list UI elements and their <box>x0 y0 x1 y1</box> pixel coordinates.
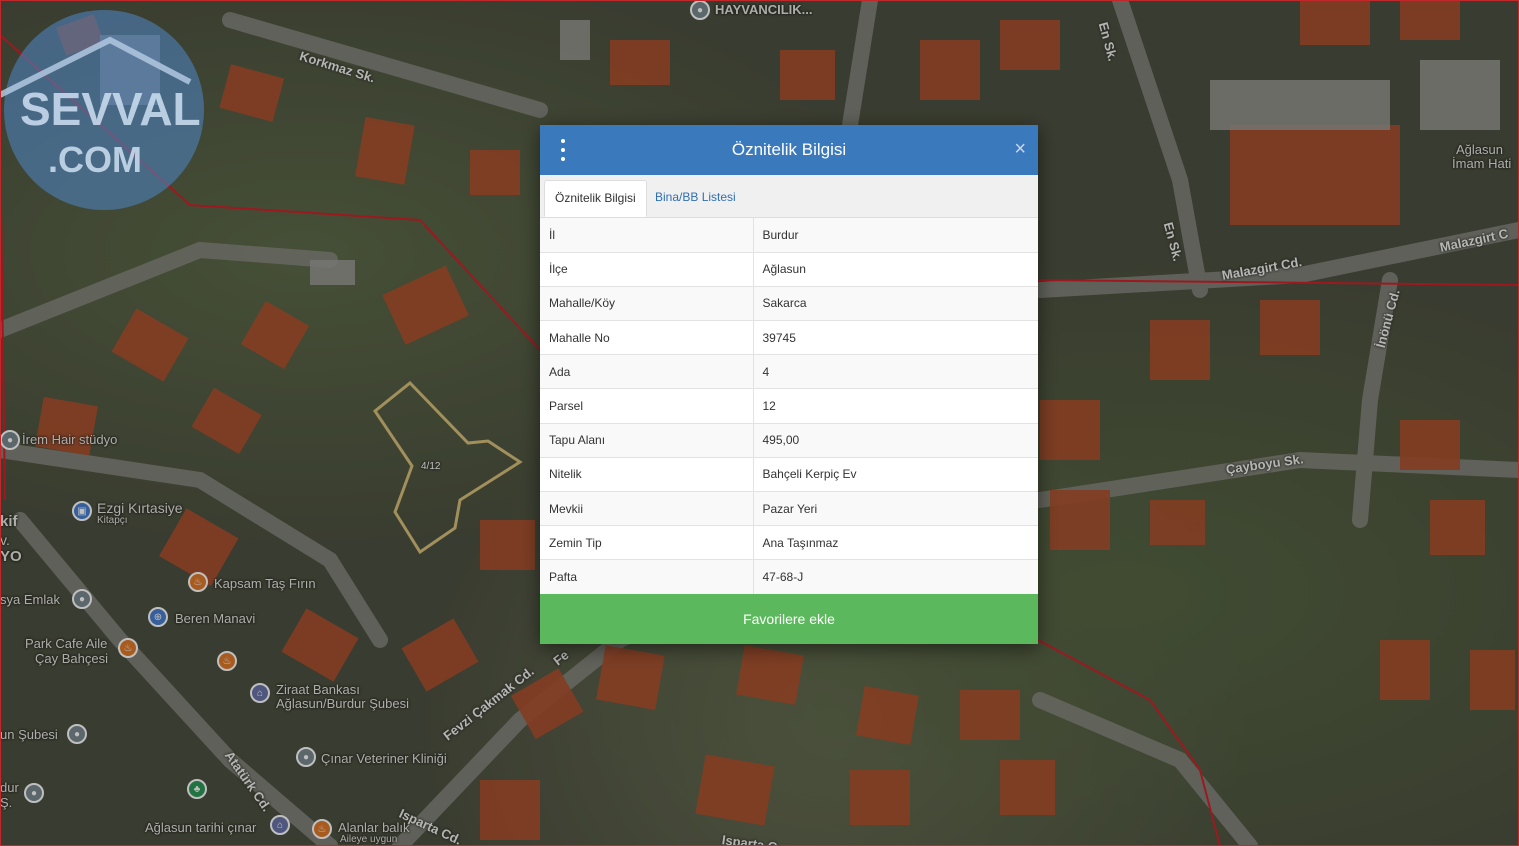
watermark-logo: SEVVAL .COM <box>0 10 204 210</box>
tab-attribute-info[interactable]: Öznitelik Bilgisi <box>544 180 647 217</box>
attribute-key: Mahalle No <box>540 320 754 356</box>
table-row: Ada 4 <box>540 354 1038 390</box>
table-row: Tapu Alanı 495,00 <box>540 423 1038 458</box>
add-to-favorites-button[interactable]: Favorilere ekle <box>540 594 1038 644</box>
table-row: İl Burdur <box>540 218 1038 253</box>
attribute-value: 47-68-J <box>753 559 1038 595</box>
attribute-value: 12 <box>753 388 1038 424</box>
attribute-value: 39745 <box>753 320 1038 356</box>
attribute-value: Pazar Yeri <box>753 491 1038 527</box>
watermark-line2: .COM <box>48 139 142 180</box>
table-row: İlçe Ağlasun <box>540 252 1038 287</box>
table-row: Nitelik Bahçeli Kerpiç Ev <box>540 457 1038 493</box>
attribute-key: Parsel <box>540 388 754 424</box>
attribute-value: Ana Taşınmaz <box>753 525 1038 561</box>
attribute-info-dialog: Öznitelik Bilgisi × Öznitelik Bilgisi Bi… <box>540 125 1038 644</box>
close-icon[interactable]: × <box>1014 138 1026 160</box>
attribute-value: Burdur <box>753 218 1038 253</box>
attribute-value: 495,00 <box>753 423 1038 458</box>
attribute-key: Zemin Tip <box>540 525 754 561</box>
attribute-key: İlçe <box>540 252 754 287</box>
watermark-line1: SEVVAL <box>20 83 201 135</box>
attribute-key: Pafta <box>540 559 754 595</box>
table-row: Zemin Tip Ana Taşınmaz <box>540 525 1038 561</box>
attribute-table: İl Burdur İlçe Ağlasun Mahalle/Köy Sakarca Mah… <box>540 218 1038 595</box>
table-row: Mahalle No 39745 <box>540 320 1038 356</box>
dialog-tabs: Öznitelik Bilgisi Bina/BB Listesi <box>540 175 1038 218</box>
table-row: Mahalle/Köy Sakarca <box>540 286 1038 322</box>
tab-building-list[interactable]: Bina/BB Listesi <box>645 180 746 217</box>
attribute-key: İl <box>540 218 754 253</box>
table-row: Mevkii Pazar Yeri <box>540 491 1038 527</box>
attribute-key: Mahalle/Köy <box>540 286 754 322</box>
attribute-key: Nitelik <box>540 457 754 493</box>
attribute-key: Ada <box>540 354 754 390</box>
dialog-header: Öznitelik Bilgisi × <box>540 125 1038 175</box>
attribute-value: Bahçeli Kerpiç Ev <box>753 457 1038 493</box>
table-row: Parsel 12 <box>540 388 1038 424</box>
attribute-value: Ağlasun <box>753 252 1038 287</box>
attribute-key: Tapu Alanı <box>540 423 754 458</box>
dialog-title: Öznitelik Bilgisi <box>731 140 847 159</box>
table-row: Pafta 47-68-J <box>540 559 1038 595</box>
attribute-value: 4 <box>753 354 1038 390</box>
attribute-key: Mevkii <box>540 491 754 527</box>
attribute-value: Sakarca <box>753 286 1038 322</box>
